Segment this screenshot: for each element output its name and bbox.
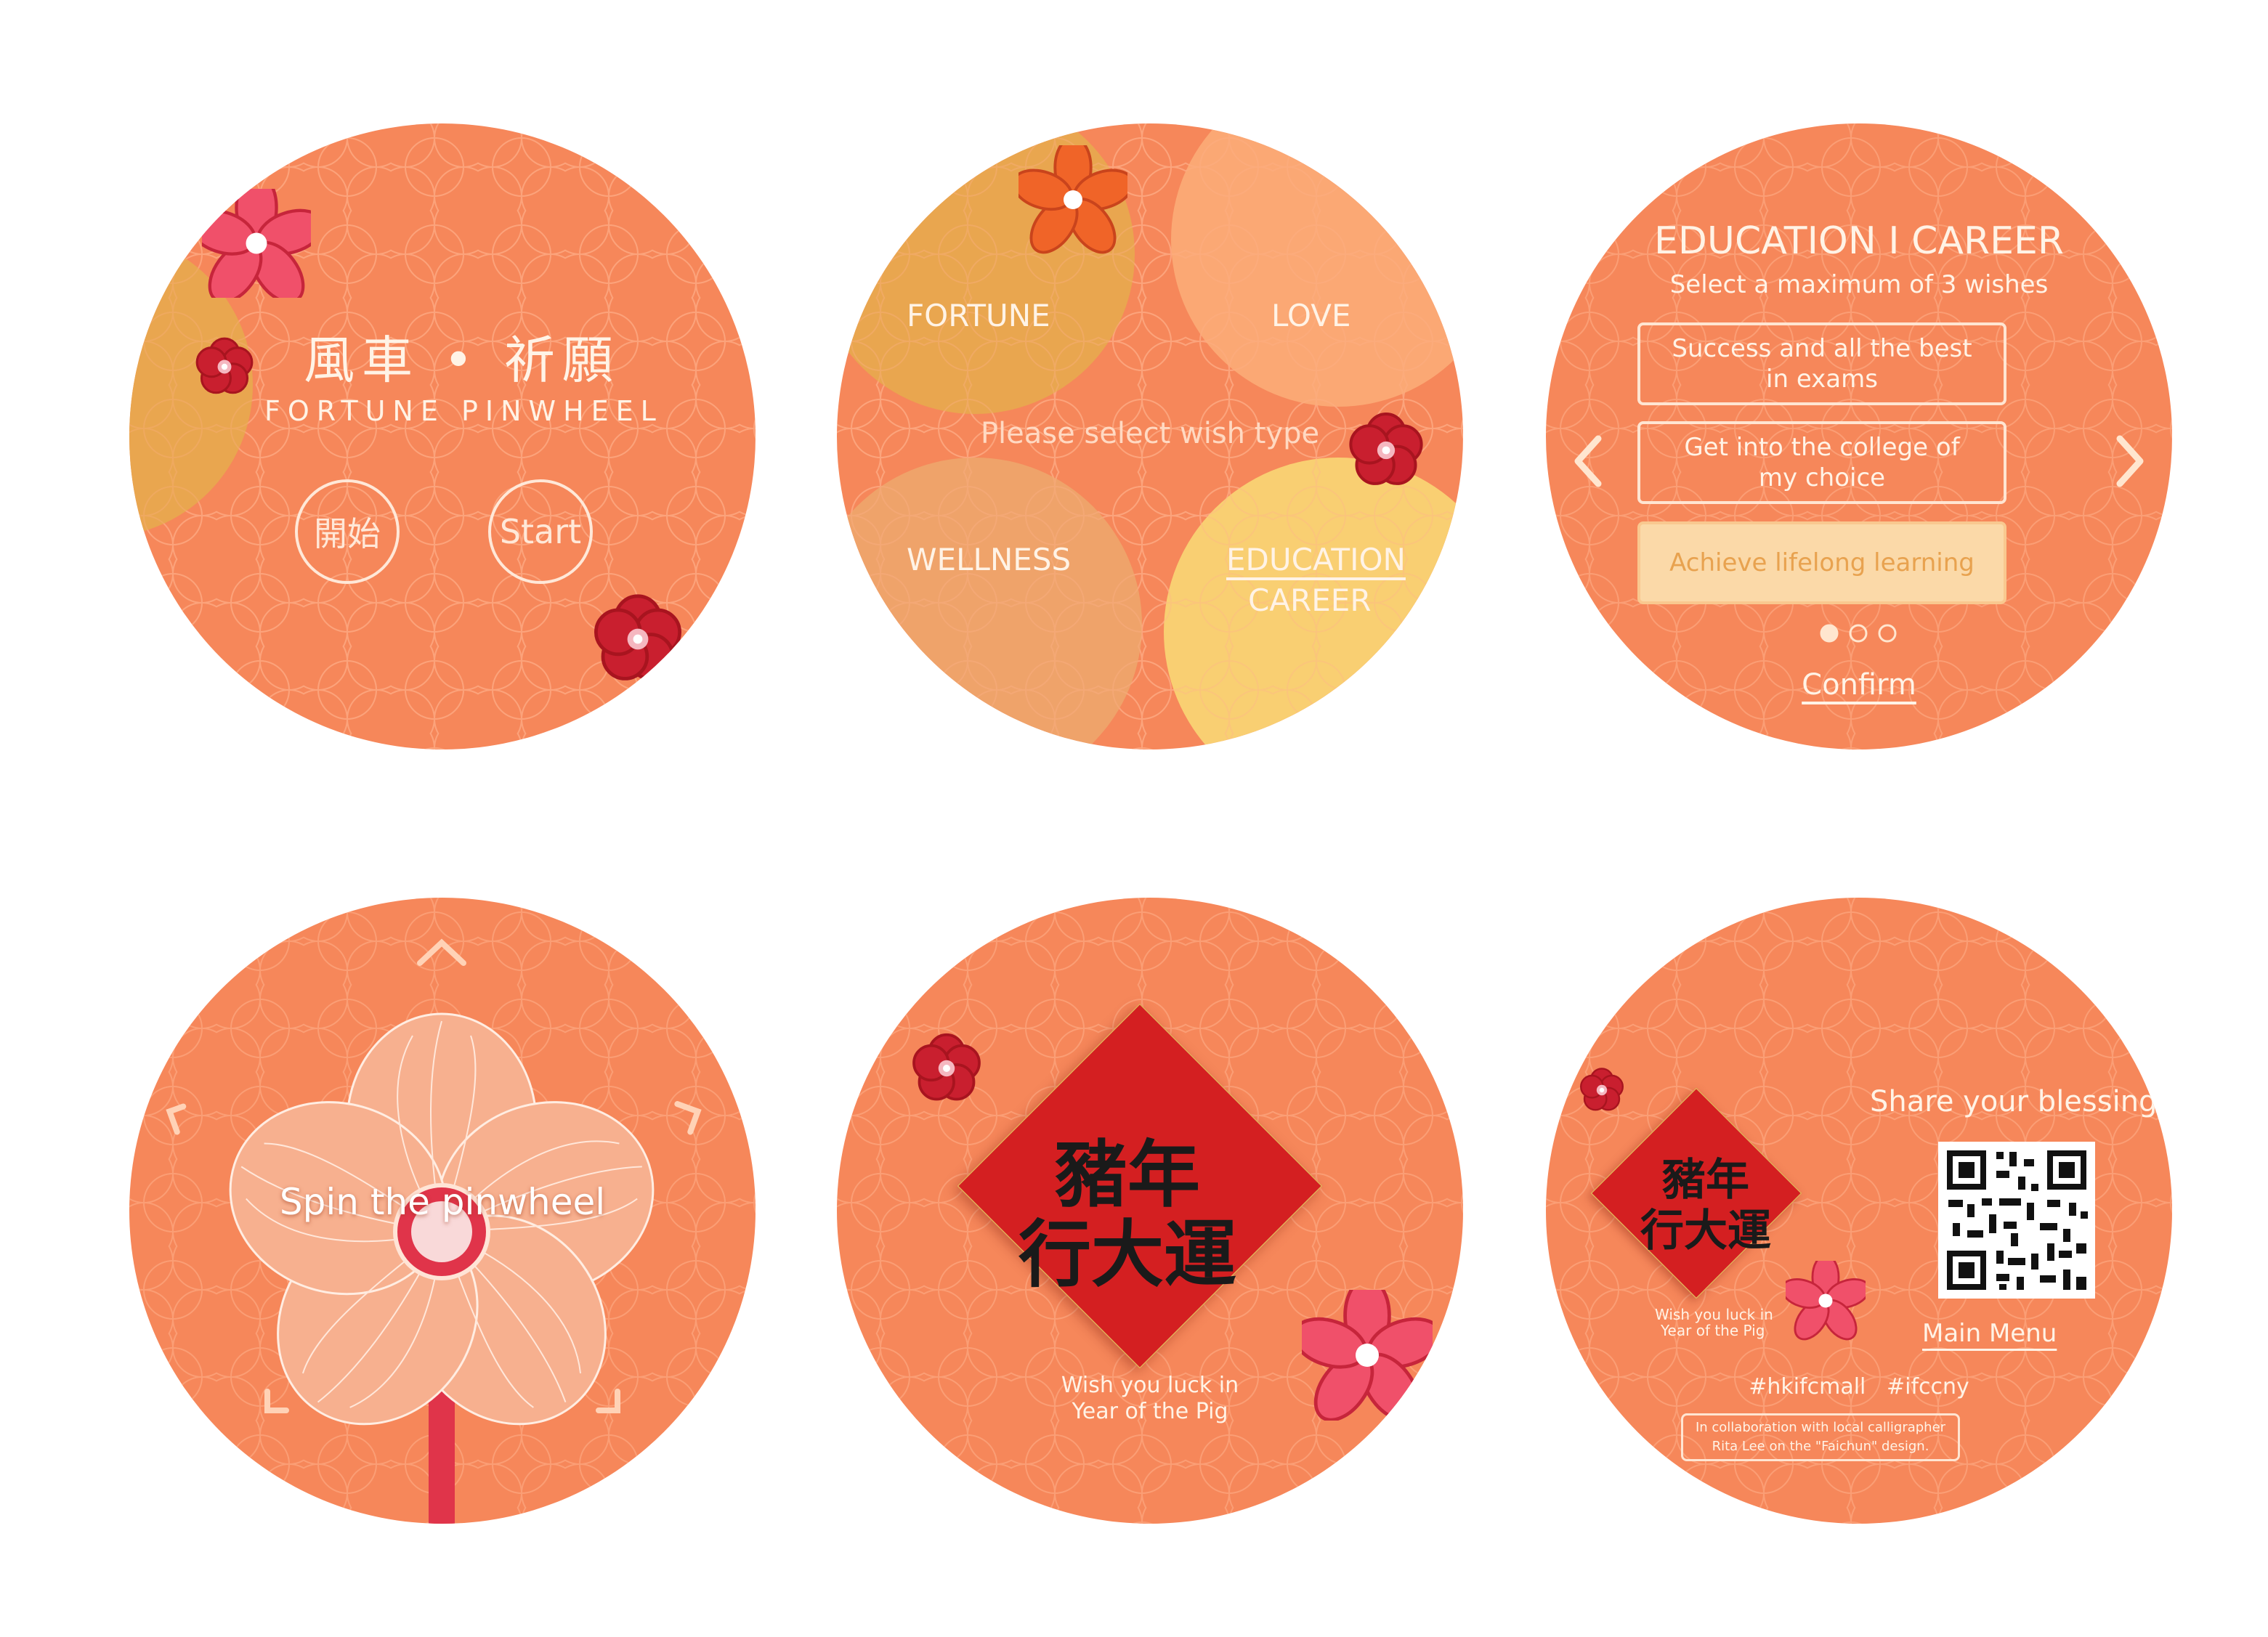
screen-blessing: 豬年 行大運 Wish you luck in Year of the Pig <box>837 898 1463 1524</box>
wish-option-1[interactable]: Success and all the best in exams <box>1637 322 2006 405</box>
fortune-label: FORTUNE <box>907 298 1050 333</box>
love-option[interactable]: LOVE <box>1186 145 1433 363</box>
confirm-area: Confirm <box>1546 668 2172 702</box>
start-english-button[interactable]: Start <box>488 479 593 584</box>
share-label: Share your blessing <box>1870 1085 2158 1118</box>
title-chinese: 風車 • 祈願 <box>304 330 620 390</box>
screen-share: 豬年 行大運 Wish you luck in Year of the Pig … <box>1546 898 2172 1524</box>
love-label: LOVE <box>1271 298 1351 333</box>
main-menu-area: Main Menu <box>1922 1319 2057 1348</box>
education-career-option[interactable]: EDUCATION CAREER <box>1186 501 1433 719</box>
screen-welcome: 風車 • 祈願 FORTUNE PINWHEEL 開始 Start <box>129 123 756 750</box>
pink-flower-icon <box>1302 1290 1433 1421</box>
qr-code[interactable] <box>1938 1142 2095 1299</box>
plum-blossom-icon <box>195 337 254 394</box>
pink-flower-icon <box>1786 1261 1866 1341</box>
chevron-right-icon[interactable] <box>2108 428 2152 494</box>
credit-box: In collaboration with local calligrapher… <box>1681 1413 1960 1461</box>
wish-option-label: Achieve lifelong learning <box>1669 548 1975 577</box>
screen-wish-select: EDUCATION I CAREER Select a maximum of 3… <box>1546 123 2172 750</box>
wellness-label: WELLNESS <box>907 542 1072 577</box>
wish-option-2[interactable]: Get into the college of my choice <box>1637 421 2006 504</box>
plum-blossom-icon <box>912 1033 981 1101</box>
card-wish-line1: Wish you luck in <box>1655 1306 1773 1323</box>
category-title: EDUCATION I CAREER <box>1654 219 2064 263</box>
plum-blossom-icon <box>1342 407 1430 494</box>
start-chinese-button[interactable]: 開始 <box>295 479 400 584</box>
pink-flower-icon <box>202 189 311 298</box>
plum-blossom-icon <box>1579 1068 1624 1111</box>
screen-wish-type: FORTUNE LOVE Please select wish type WEL… <box>837 123 1463 750</box>
screen-spin: Spin the pinwheel <box>129 898 756 1524</box>
page-dot <box>1878 624 1897 643</box>
card-wish-line2: Year of the Pig <box>1661 1322 1765 1339</box>
credit-line2: Rita Lee on the "Faichun" design. <box>1712 1439 1929 1454</box>
spin-instruction: Spin the pinwheel <box>279 1181 606 1223</box>
category-subtitle: Select a maximum of 3 wishes <box>1669 270 2049 299</box>
page-dot <box>1849 624 1868 643</box>
orange-flower-icon <box>1018 145 1127 254</box>
fai-chun-line2: 行大運 <box>1640 1206 1771 1256</box>
pinwheel-icon[interactable] <box>216 992 667 1524</box>
credit-line1: In collaboration with local calligrapher <box>1695 1420 1946 1435</box>
title-english: FORTUNE PINWHEEL <box>264 395 663 427</box>
wish-option-label: Success and all the best in exams <box>1672 334 1972 394</box>
wish-option-3[interactable]: Achieve lifelong learning <box>1637 521 2006 604</box>
main-menu-button[interactable]: Main Menu <box>1922 1319 2057 1348</box>
wellness-option[interactable]: WELLNESS <box>866 501 1113 719</box>
wish-option-label: Get into the college of my choice <box>1684 433 1960 492</box>
chevron-left-icon[interactable] <box>1566 428 1610 494</box>
page-indicator <box>1820 624 1897 643</box>
education-label: EDUCATION <box>1226 542 1406 577</box>
fai-chun-line2: 行大運 <box>1018 1211 1236 1297</box>
start-english-label: Start <box>499 512 582 551</box>
plum-blossom-icon <box>587 588 689 690</box>
confirm-button[interactable]: Confirm <box>1802 668 1916 702</box>
career-label: CAREER <box>1248 582 1372 618</box>
page-dot-active <box>1820 624 1839 643</box>
start-chinese-label: 開始 <box>314 514 381 553</box>
hashtags: #hkifcmall #ifccny <box>1749 1374 1969 1400</box>
